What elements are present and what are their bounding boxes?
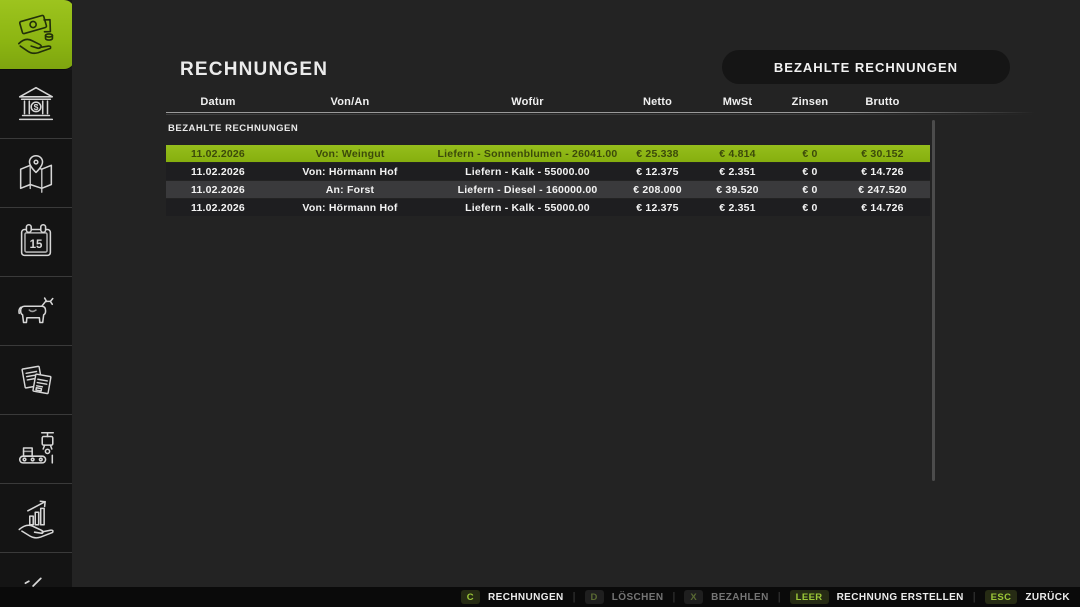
hotkey-separator: |	[573, 591, 576, 603]
invoices-screen: $ 15	[0, 0, 1080, 607]
partial-icon	[13, 564, 59, 587]
cell-von-an: Von: Hörmann Hof	[270, 166, 430, 178]
col-header-datum: Datum	[166, 96, 270, 110]
cell-brutto: € 14.726	[835, 202, 930, 214]
cell-von-an: Von: Weingut	[270, 148, 430, 160]
cell-netto: € 12.375	[625, 202, 690, 214]
key-badge-space: LEER	[790, 590, 829, 604]
invoice-row[interactable]: 11.02.2026 An: Forst Liefern - Diesel - …	[166, 181, 930, 198]
svg-text:$: $	[34, 102, 39, 112]
invoice-row[interactable]: 11.02.2026 Von: Hörmann Hof Liefern - Ka…	[166, 163, 930, 180]
cell-zinsen: € 0	[785, 202, 835, 214]
cell-mwst: € 39.520	[690, 184, 785, 196]
col-header-wofur: Wofür	[430, 96, 625, 110]
hotkey-back[interactable]: ESC ZURÜCK	[985, 590, 1070, 604]
cell-datum: 11.02.2026	[166, 166, 270, 178]
key-badge-d: D	[585, 590, 604, 604]
cow-icon	[13, 288, 59, 334]
sidebar-item-production[interactable]	[0, 415, 72, 484]
sidebar-item-bank[interactable]: $	[0, 70, 72, 139]
sidebar-item-contracts[interactable]	[0, 346, 72, 415]
hotkey-label: ZURÜCK	[1025, 592, 1070, 603]
hotkey-separator: |	[778, 591, 781, 603]
cell-mwst: € 2.351	[690, 166, 785, 178]
section-label-paid-invoices: BEZAHLTE RECHNUNGEN	[168, 123, 298, 134]
map-pin-icon	[13, 150, 59, 196]
col-header-zinsen: Zinsen	[785, 96, 835, 110]
money-hand-icon	[14, 12, 60, 58]
cell-wofur: Liefern - Diesel - 160000.00	[430, 184, 625, 196]
hotkey-label: RECHNUNGEN	[488, 592, 564, 603]
sidebar-item-statistics[interactable]	[0, 484, 72, 553]
cell-zinsen: € 0	[785, 148, 835, 160]
cell-mwst: € 2.351	[690, 202, 785, 214]
production-icon	[13, 426, 59, 472]
cell-netto: € 12.375	[625, 166, 690, 178]
growth-hand-icon	[13, 495, 59, 541]
hotkey-pay[interactable]: X BEZAHLEN	[684, 590, 768, 604]
header-divider	[166, 112, 1035, 113]
cell-zinsen: € 0	[785, 184, 835, 196]
hotkey-separator: |	[673, 591, 676, 603]
hotkey-create-invoice[interactable]: LEER RECHNUNG ERSTELLEN	[790, 590, 964, 604]
bank-icon: $	[13, 81, 59, 127]
header-divider-shadow	[166, 114, 1035, 115]
sidebar-item-more[interactable]	[0, 553, 72, 587]
cell-wofur: Liefern - Kalk - 55000.00	[430, 166, 625, 178]
cell-von-an: Von: Hörmann Hof	[270, 202, 430, 214]
page-title: RECHNUNGEN	[180, 59, 328, 81]
table-header-row: Datum Von/An Wofür Netto MwSt Zinsen Bru…	[166, 96, 930, 110]
hotkey-separator: |	[973, 591, 976, 603]
documents-icon	[13, 357, 59, 403]
calendar-day-label: 15	[30, 239, 43, 251]
hotkey-delete[interactable]: D LÖSCHEN	[585, 590, 664, 604]
sidebar-item-animals[interactable]	[0, 277, 72, 346]
hotkey-label: RECHNUNG ERSTELLEN	[837, 592, 964, 603]
sidebar-item-calendar[interactable]: 15	[0, 208, 72, 277]
invoice-table-body: 11.02.2026 Von: Weingut Liefern - Sonnen…	[166, 145, 930, 217]
col-header-brutto: Brutto	[835, 96, 930, 110]
calendar-icon: 15	[13, 219, 59, 265]
sidebar-item-map[interactable]	[0, 139, 72, 208]
key-badge-c: C	[461, 590, 480, 604]
table-scrollbar[interactable]	[932, 120, 935, 481]
paid-invoices-filter-button[interactable]: BEZAHLTE RECHNUNGEN	[722, 50, 1010, 84]
col-header-von-an: Von/An	[270, 96, 430, 110]
hotkey-label: BEZAHLEN	[711, 592, 769, 603]
cell-von-an: An: Forst	[270, 184, 430, 196]
cell-datum: 11.02.2026	[166, 202, 270, 214]
cell-zinsen: € 0	[785, 166, 835, 178]
sidebar-item-finances[interactable]	[0, 0, 72, 70]
col-header-mwst: MwSt	[690, 96, 785, 110]
key-badge-x: X	[684, 590, 703, 604]
invoice-row-selected[interactable]: 11.02.2026 Von: Weingut Liefern - Sonnen…	[166, 145, 930, 162]
invoice-row[interactable]: 11.02.2026 Von: Hörmann Hof Liefern - Ka…	[166, 199, 930, 216]
cell-brutto: € 30.152	[835, 148, 930, 160]
cell-netto: € 25.338	[625, 148, 690, 160]
col-header-netto: Netto	[625, 96, 690, 110]
key-badge-esc: ESC	[985, 590, 1018, 604]
sidebar: $ 15	[0, 0, 72, 587]
cell-netto: € 208.000	[625, 184, 690, 196]
hotkey-invoices[interactable]: C RECHNUNGEN	[461, 590, 564, 604]
cell-datum: 11.02.2026	[166, 148, 270, 160]
cell-wofur: Liefern - Sonnenblumen - 26041.00	[430, 148, 625, 160]
cell-brutto: € 247.520	[835, 184, 930, 196]
hotkey-label: LÖSCHEN	[612, 592, 664, 603]
hotkey-bar: C RECHNUNGEN | D LÖSCHEN | X BEZAHLEN | …	[0, 587, 1080, 607]
cell-wofur: Liefern - Kalk - 55000.00	[430, 202, 625, 214]
cell-brutto: € 14.726	[835, 166, 930, 178]
cell-datum: 11.02.2026	[166, 184, 270, 196]
cell-mwst: € 4.814	[690, 148, 785, 160]
